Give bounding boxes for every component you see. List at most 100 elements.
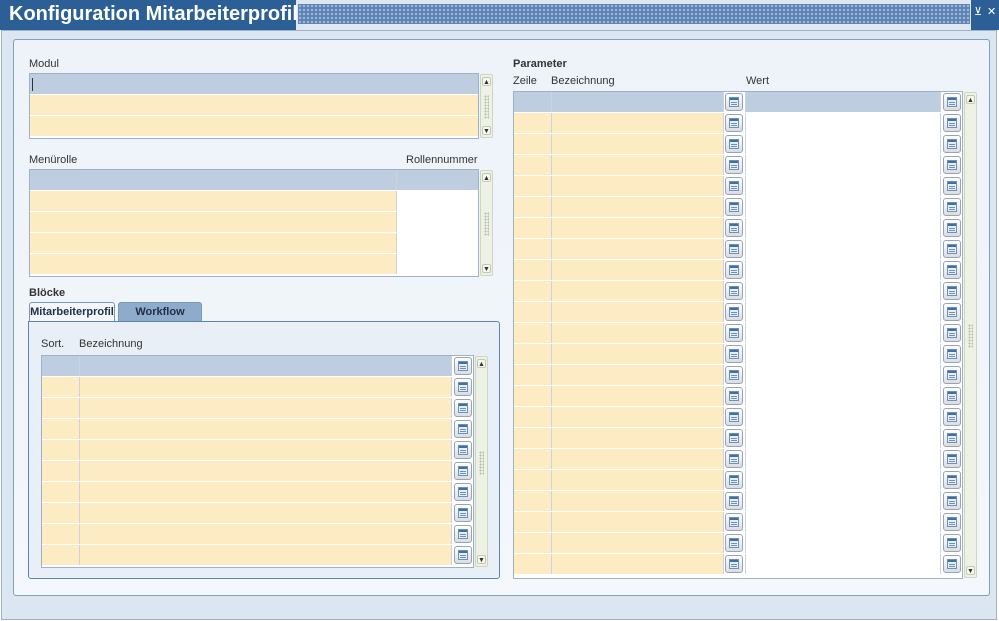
menurolle-cell[interactable] [30,191,397,211]
parameter-bezeichnung-cell[interactable] [552,428,724,448]
scroll-grip[interactable] [484,95,489,119]
parameter-bezeichnung-cell[interactable] [552,533,724,553]
parameter-scrollbar[interactable]: ▲ ▼ [964,92,977,578]
parameter-bezeichnung-cell[interactable] [552,449,724,469]
zeile-cell[interactable] [514,155,552,175]
parameter-bezeichnung-cell[interactable] [552,470,724,490]
wert-cell[interactable] [746,281,941,301]
wert-lov-button[interactable] [943,534,961,552]
scroll-up-button[interactable]: ▲ [482,173,491,182]
scroll-grip[interactable] [484,212,489,236]
rollennummer-cell[interactable] [397,170,478,190]
wert-cell[interactable] [746,323,941,343]
wert-cell[interactable] [746,155,941,175]
parameter-bezeichnung-cell[interactable] [552,176,724,196]
wert-cell[interactable] [746,302,941,322]
zeile-cell[interactable] [514,407,552,427]
parameter-bezeichnung-cell[interactable] [552,407,724,427]
bezeichnung-cell[interactable] [80,545,452,565]
parameter-bezeichnung-cell[interactable] [552,218,724,238]
scroll-up-button[interactable]: ▲ [482,77,491,86]
zeile-cell[interactable] [514,302,552,322]
wert-cell[interactable] [746,344,941,364]
bezeichnung-lov-button[interactable] [454,525,472,543]
parameter-bezeichnung-lov-button[interactable] [725,240,743,258]
wert-cell[interactable] [746,239,941,259]
menurolle-cell[interactable] [30,233,397,253]
wert-lov-button[interactable] [943,240,961,258]
sort-cell[interactable] [42,356,80,376]
bezeichnung-cell[interactable] [80,440,452,460]
close-icon[interactable]: ✕ [987,6,996,18]
tab-mitarbeiterprofil[interactable]: Mitarbeiterprofil [29,302,115,321]
wert-lov-button[interactable] [943,93,961,111]
wert-lov-button[interactable] [943,387,961,405]
menurolle-cell[interactable] [30,212,397,232]
wert-cell[interactable] [746,92,941,112]
wert-cell[interactable] [746,512,941,532]
rollennummer-cell[interactable] [397,191,478,211]
wert-cell[interactable] [746,134,941,154]
bezeichnung-lov-button[interactable] [454,462,472,480]
title-bar-grip[interactable] [298,4,970,24]
parameter-bezeichnung-lov-button[interactable] [725,408,743,426]
parameter-bezeichnung-cell[interactable] [552,281,724,301]
zeile-cell[interactable] [514,92,552,112]
parameter-bezeichnung-lov-button[interactable] [725,429,743,447]
zeile-cell[interactable] [514,470,552,490]
parameter-bezeichnung-cell[interactable] [552,239,724,259]
parameter-bezeichnung-lov-button[interactable] [725,303,743,321]
wert-cell[interactable] [746,176,941,196]
sort-cell[interactable] [42,461,80,481]
parameter-bezeichnung-lov-button[interactable] [725,471,743,489]
parameter-bezeichnung-lov-button[interactable] [725,156,743,174]
parameter-bezeichnung-cell[interactable] [552,386,724,406]
bezeichnung-cell[interactable] [80,356,452,376]
bezeichnung-lov-button[interactable] [454,483,472,501]
bezeichnung-lov-button[interactable] [454,504,472,522]
tab-workflow[interactable]: Workflow [118,302,202,321]
scroll-down-button[interactable]: ▼ [477,555,486,564]
zeile-cell[interactable] [514,113,552,133]
parameter-bezeichnung-lov-button[interactable] [725,555,743,573]
parameter-bezeichnung-lov-button[interactable] [725,198,743,216]
sort-cell[interactable] [42,545,80,565]
parameter-bezeichnung-lov-button[interactable] [725,93,743,111]
scroll-grip[interactable] [968,324,973,348]
wert-cell[interactable] [746,470,941,490]
wert-lov-button[interactable] [943,429,961,447]
bezeichnung-lov-button[interactable] [454,357,472,375]
rollennummer-cell[interactable] [397,233,478,253]
wert-lov-button[interactable] [943,345,961,363]
zeile-cell[interactable] [514,197,552,217]
wert-cell[interactable] [746,197,941,217]
parameter-bezeichnung-cell[interactable] [552,92,724,112]
wert-cell[interactable] [746,533,941,553]
sort-cell[interactable] [42,419,80,439]
menurolle-cell[interactable] [30,254,397,274]
bezeichnung-cell[interactable] [80,377,452,397]
scroll-grip[interactable] [479,450,484,475]
zeile-cell[interactable] [514,134,552,154]
wert-lov-button[interactable] [943,198,961,216]
parameter-bezeichnung-lov-button[interactable] [725,366,743,384]
bezeichnung-cell[interactable] [80,524,452,544]
zeile-cell[interactable] [514,260,552,280]
parameter-bezeichnung-cell[interactable] [552,113,724,133]
wert-cell[interactable] [746,218,941,238]
zeile-cell[interactable] [514,365,552,385]
zeile-cell[interactable] [514,176,552,196]
zeile-cell[interactable] [514,218,552,238]
menurolle-cell[interactable] [30,170,397,190]
sort-cell[interactable] [42,524,80,544]
parameter-bezeichnung-cell[interactable] [552,554,724,574]
bezeichnung-cell[interactable] [80,419,452,439]
parameter-bezeichnung-lov-button[interactable] [725,450,743,468]
zeile-cell[interactable] [514,512,552,532]
zeile-cell[interactable] [514,281,552,301]
bezeichnung-cell[interactable] [80,461,452,481]
scroll-up-button[interactable]: ▲ [966,95,975,104]
bezeichnung-lov-button[interactable] [454,399,472,417]
parameter-bezeichnung-cell[interactable] [552,344,724,364]
parameter-bezeichnung-lov-button[interactable] [725,282,743,300]
